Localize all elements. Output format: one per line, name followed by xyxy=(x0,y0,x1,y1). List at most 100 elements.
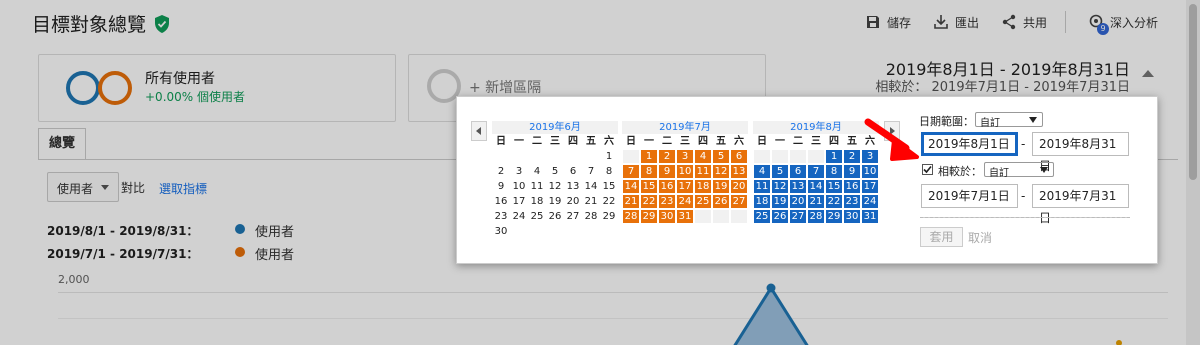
calendar-day[interactable]: 1 xyxy=(825,149,843,164)
calendar-day[interactable]: 14 xyxy=(582,179,600,194)
calendar-day[interactable]: 2 xyxy=(658,149,676,164)
calendar-day[interactable]: 16 xyxy=(658,179,676,194)
calendar-day[interactable]: 7 xyxy=(582,164,600,179)
calendar-day[interactable]: 6 xyxy=(730,149,748,164)
calendar-day[interactable]: 26 xyxy=(546,209,564,224)
calendar-day[interactable]: 13 xyxy=(789,179,807,194)
calendar-day[interactable]: 4 xyxy=(694,149,712,164)
calendar-day[interactable]: 2 xyxy=(843,149,861,164)
calendar-day[interactable]: 26 xyxy=(712,194,730,209)
calendar-day[interactable]: 24 xyxy=(676,194,694,209)
calendar-day[interactable]: 28 xyxy=(622,209,640,224)
calendar-day[interactable]: 18 xyxy=(528,194,546,209)
calendar-day[interactable]: 12 xyxy=(712,164,730,179)
calendar-day[interactable]: 7 xyxy=(622,164,640,179)
calendar-day[interactable]: 10 xyxy=(676,164,694,179)
calendar-day[interactable]: 22 xyxy=(600,194,618,209)
calendar-day[interactable]: 19 xyxy=(771,194,789,209)
calendar-day[interactable]: 3 xyxy=(861,149,879,164)
chart-point[interactable] xyxy=(1116,340,1122,345)
compare-select[interactable]: 自訂 xyxy=(984,162,1054,179)
calendar-day[interactable]: 19 xyxy=(546,194,564,209)
calendar-day[interactable]: 19 xyxy=(712,179,730,194)
calendar-day[interactable]: 30 xyxy=(492,224,510,239)
calendar-day[interactable]: 25 xyxy=(694,194,712,209)
calendar-day[interactable]: 28 xyxy=(582,209,600,224)
calendar-day[interactable]: 6 xyxy=(564,164,582,179)
prev-month-button[interactable] xyxy=(471,121,487,141)
calendar-day[interactable]: 5 xyxy=(546,164,564,179)
calendar-day[interactable]: 23 xyxy=(492,209,510,224)
calendar-day[interactable]: 3 xyxy=(510,164,528,179)
start-date-input[interactable]: 2019年8月1日 xyxy=(921,132,1018,156)
calendar-day[interactable]: 27 xyxy=(730,194,748,209)
compare-end-date-input[interactable]: 2019年7月31日 xyxy=(1032,184,1129,225)
calendar-day[interactable]: 28 xyxy=(807,209,825,224)
calendar-day[interactable]: 29 xyxy=(640,209,658,224)
end-date-input[interactable]: 2019年8月31日 xyxy=(1032,132,1129,173)
calendar-day[interactable]: 4 xyxy=(528,164,546,179)
calendar-day[interactable]: 1 xyxy=(600,149,618,164)
calendar-day[interactable]: 17 xyxy=(510,194,528,209)
cancel-link[interactable]: 取消 xyxy=(968,229,992,246)
calendar-day[interactable]: 22 xyxy=(825,194,843,209)
segment-card-all-users[interactable]: 所有使用者 +0.00% 個使用者 xyxy=(38,54,396,122)
calendar-day[interactable]: 24 xyxy=(510,209,528,224)
collapse-caret-icon[interactable] xyxy=(1142,70,1154,77)
choose-metric-link[interactable]: 選取指標 xyxy=(159,180,207,197)
calendar-day[interactable]: 18 xyxy=(694,179,712,194)
calendar-day[interactable]: 27 xyxy=(789,209,807,224)
calendar-day[interactable]: 23 xyxy=(843,194,861,209)
calendar-day[interactable]: 10 xyxy=(861,164,879,179)
calendar-day[interactable]: 9 xyxy=(492,179,510,194)
calendar-day[interactable]: 11 xyxy=(694,164,712,179)
calendar-day[interactable]: 30 xyxy=(658,209,676,224)
calendar-day[interactable]: 21 xyxy=(622,194,640,209)
calendar-day[interactable]: 13 xyxy=(730,164,748,179)
calendar-day[interactable]: 16 xyxy=(843,179,861,194)
date-range-select[interactable]: 自訂 xyxy=(975,112,1043,129)
insights-button[interactable]: 9 深入分析 xyxy=(1088,14,1158,35)
calendar-day[interactable]: 5 xyxy=(771,164,789,179)
calendar-day[interactable]: 30 xyxy=(843,209,861,224)
calendar-day[interactable]: 8 xyxy=(640,164,658,179)
compare-checkbox[interactable] xyxy=(922,164,933,175)
calendar-day[interactable]: 1 xyxy=(640,149,658,164)
calendar-day[interactable]: 9 xyxy=(843,164,861,179)
calendar-day[interactable]: 21 xyxy=(807,194,825,209)
tab-overview[interactable]: 總覽 xyxy=(38,128,86,160)
compare-start-date-input[interactable]: 2019年7月1日 xyxy=(921,184,1018,208)
calendar-day[interactable]: 18 xyxy=(753,194,771,209)
export-button[interactable]: 匯出 xyxy=(933,14,979,31)
calendar-day[interactable]: 26 xyxy=(771,209,789,224)
calendar-day[interactable]: 29 xyxy=(825,209,843,224)
metric-dropdown[interactable]: 使用者 xyxy=(47,172,119,202)
calendar-day[interactable]: 20 xyxy=(789,194,807,209)
calendar-day[interactable]: 29 xyxy=(600,209,618,224)
calendar-day[interactable]: 25 xyxy=(528,209,546,224)
calendar-day[interactable]: 11 xyxy=(753,179,771,194)
calendar-day[interactable]: 12 xyxy=(771,179,789,194)
calendar-day[interactable]: 14 xyxy=(622,179,640,194)
calendar-day[interactable]: 15 xyxy=(825,179,843,194)
chart-point[interactable] xyxy=(766,283,776,293)
calendar-day[interactable]: 15 xyxy=(600,179,618,194)
calendar-day[interactable]: 10 xyxy=(510,179,528,194)
calendar-day[interactable]: 21 xyxy=(582,194,600,209)
calendar-day[interactable]: 5 xyxy=(712,149,730,164)
calendar-day[interactable]: 12 xyxy=(546,179,564,194)
calendar-day[interactable]: 15 xyxy=(640,179,658,194)
calendar-day[interactable]: 3 xyxy=(676,149,694,164)
calendar-day[interactable]: 22 xyxy=(640,194,658,209)
calendar-day[interactable]: 17 xyxy=(861,179,879,194)
save-button[interactable]: 儲存 xyxy=(865,14,911,31)
calendar-day[interactable]: 8 xyxy=(600,164,618,179)
calendar-day[interactable]: 20 xyxy=(564,194,582,209)
calendar-day[interactable]: 16 xyxy=(492,194,510,209)
calendar-day[interactable]: 6 xyxy=(789,164,807,179)
calendar-day[interactable]: 25 xyxy=(753,209,771,224)
calendar-day[interactable]: 23 xyxy=(658,194,676,209)
calendar-day[interactable]: 20 xyxy=(730,179,748,194)
calendar-day[interactable]: 9 xyxy=(658,164,676,179)
scrollbar-thumb[interactable] xyxy=(1189,4,1197,180)
